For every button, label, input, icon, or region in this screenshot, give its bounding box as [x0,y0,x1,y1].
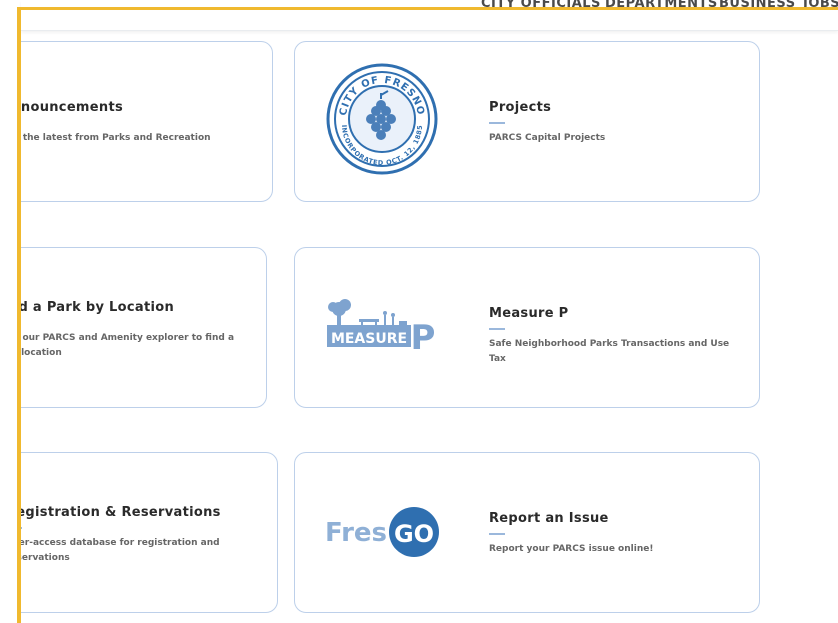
card-description: PARCS Capital Projects [489,133,606,143]
measure-p-logo-icon: MEASURE P [323,266,441,384]
card-report-an-issue[interactable]: Fres GO Report an Issue Report your PARC… [294,452,760,613]
card-announcements[interactable]: Announcements See the latest from Parks … [21,41,273,202]
card-projects[interactable]: CITY OF FRESNO INCORPORATED OCT. 12, 188… [294,41,760,202]
card-title: Measure P [489,306,569,321]
title-underline [489,122,505,124]
card-description: User-access database for registration an… [21,538,220,563]
card-title: Find a Park by Location [21,300,175,315]
card-measure-p[interactable]: MEASURE P Measure P Safe Neighborhood Pa… [294,247,760,408]
card-find-a-park[interactable]: Find a Park by Location View our PARCS a… [21,247,267,408]
title-underline [489,533,505,535]
city-of-fresno-seal-icon: CITY OF FRESNO INCORPORATED OCT. 12, 188… [323,60,441,178]
card-title: Projects [489,100,552,115]
card-title: Announcements [21,100,124,115]
card-registration-reservations[interactable]: Registration & Reservations User-access … [21,452,278,613]
svg-text:MEASURE: MEASURE [331,331,407,347]
card-description: Report your PARCS issue online! [489,544,654,554]
svg-text:P: P [411,318,436,355]
content-viewport: Announcements See the latest from Parks … [21,31,838,623]
card-description: Safe Neighborhood Parks Transactions and… [489,339,730,364]
card-description: View our PARCS and Amenity explorer to f… [21,333,235,358]
card-description: See the latest from Parks and Recreation [21,133,211,143]
svg-text:Fres: Fres [325,518,387,548]
card-title: Report an Issue [489,511,609,526]
svg-text:GO: GO [394,520,434,548]
title-underline [21,527,22,529]
fresgo-logo-icon: Fres GO [323,471,441,589]
highlight-frame-top [19,7,838,10]
top-navigation-bar: CITY OFFICIALS DEPARTMENTS BUSINESS JOBS [21,0,838,31]
title-underline [489,328,505,330]
card-title: Registration & Reservations [21,505,221,520]
